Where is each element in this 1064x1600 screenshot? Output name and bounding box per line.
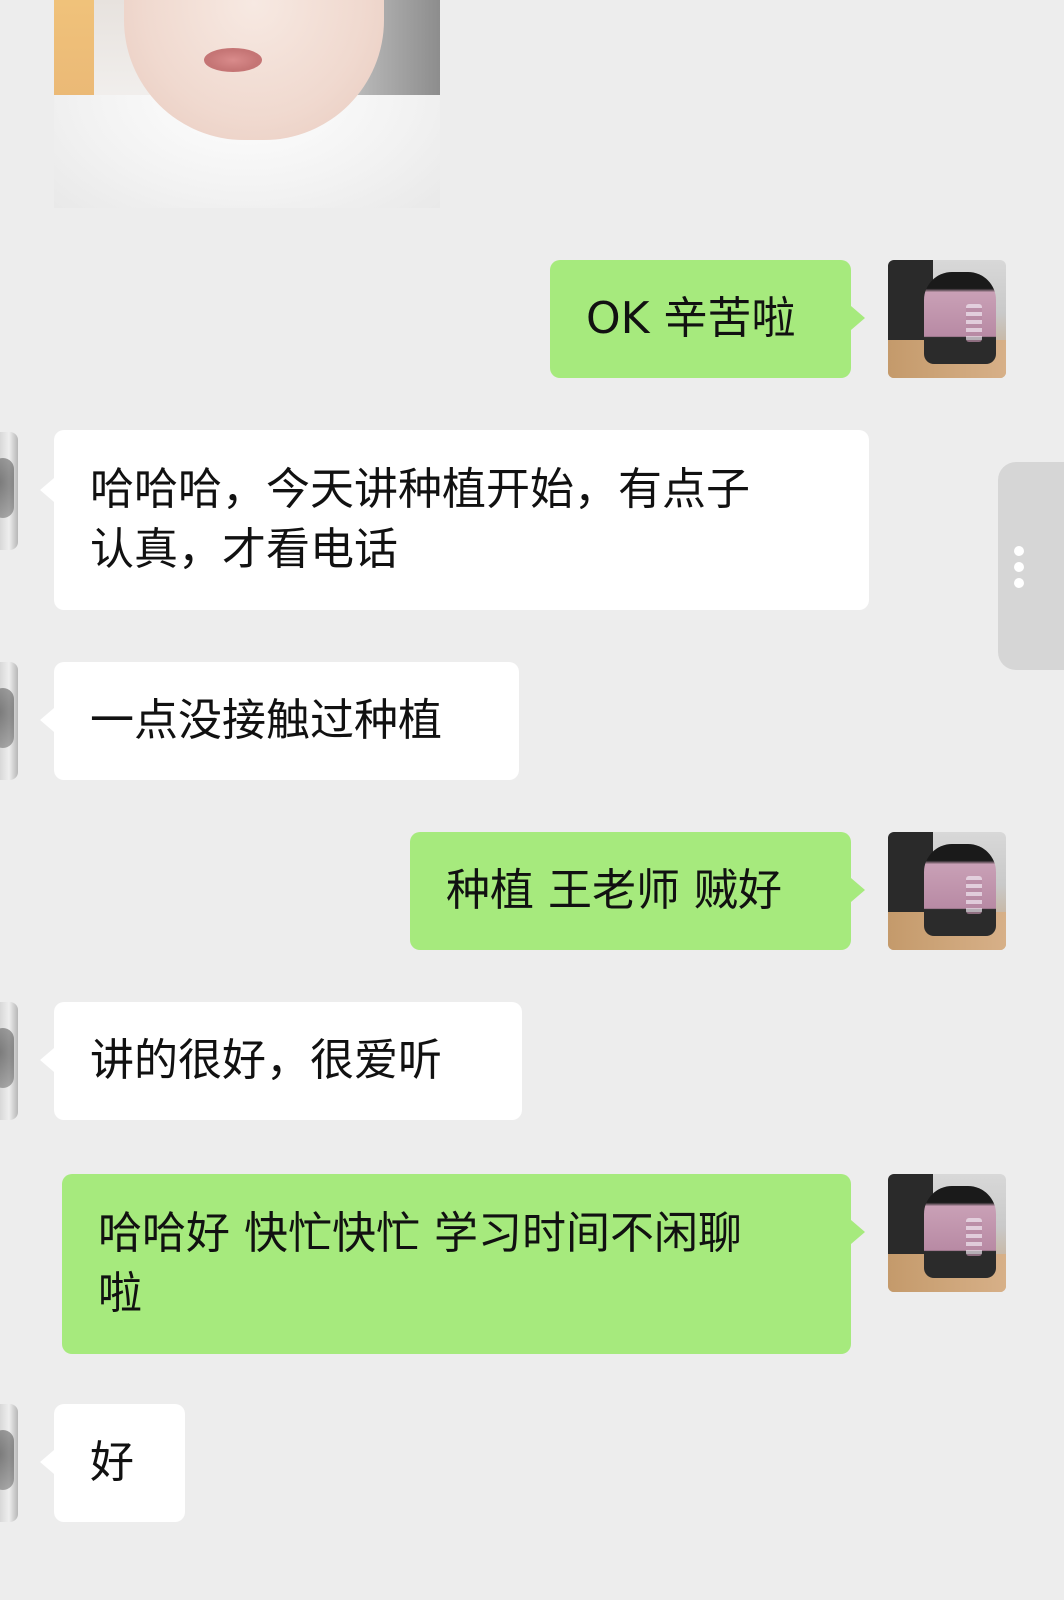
avatar-right[interactable] <box>888 832 1006 950</box>
message-image[interactable] <box>54 0 440 208</box>
avatar-left[interactable] <box>0 1002 18 1120</box>
message-text-line: 哈哈好 快忙快忙 学习时间不闲聊 <box>98 1208 742 1259</box>
more-dot <box>1014 562 1024 572</box>
message-text-line: 啦 <box>98 1268 142 1319</box>
message-bubble-left[interactable]: 讲的很好，很爱听 <box>54 1002 522 1120</box>
message-text: OK 辛苦啦 <box>586 293 796 344</box>
avatar-number <box>966 876 982 914</box>
avatar-number <box>966 304 982 342</box>
avatar-person <box>924 1186 996 1278</box>
bubble-tail-right <box>851 878 865 902</box>
message-bubble-right[interactable]: OK 辛苦啦 <box>550 260 851 378</box>
bubble-tail-left <box>40 708 54 732</box>
message-bubble-left[interactable]: 哈哈哈，今天讲种植开始，有点子 认真，才看电话 <box>54 430 869 610</box>
bubble-tail-left <box>40 1048 54 1072</box>
message-bubble-right[interactable]: 哈哈好 快忙快忙 学习时间不闲聊 啦 <box>62 1174 851 1354</box>
avatar-left[interactable] <box>0 432 18 550</box>
bubble-tail-right <box>851 1220 865 1244</box>
avatar-number <box>966 1218 982 1256</box>
side-handle[interactable] <box>998 462 1064 670</box>
avatar-right[interactable] <box>888 260 1006 378</box>
bubble-tail-left <box>40 1450 54 1474</box>
message-text: 一点没接触过种植 <box>90 695 442 746</box>
bubble-tail-left <box>40 478 54 502</box>
bubble-tail-right <box>851 306 865 330</box>
message-text-line: 认真，才看电话 <box>90 524 398 575</box>
message-text: 讲的很好，很爱听 <box>90 1035 442 1086</box>
message-bubble-left[interactable]: 一点没接触过种植 <box>54 662 519 780</box>
more-dot <box>1014 546 1024 556</box>
avatar-right[interactable] <box>888 1174 1006 1292</box>
message-text: 种植 王老师 贼好 <box>446 865 782 916</box>
avatar-person <box>924 272 996 364</box>
message-bubble-right[interactable]: 种植 王老师 贼好 <box>410 832 851 950</box>
photo-mouth <box>204 48 262 72</box>
message-text-line: 哈哈哈，今天讲种植开始，有点子 <box>90 464 750 515</box>
avatar-left[interactable] <box>0 662 18 780</box>
avatar-person <box>924 844 996 936</box>
more-dot <box>1014 578 1024 588</box>
avatar-left[interactable] <box>0 1404 18 1522</box>
message-bubble-left[interactable]: 好 <box>54 1404 185 1522</box>
message-text: 好 <box>90 1437 134 1488</box>
